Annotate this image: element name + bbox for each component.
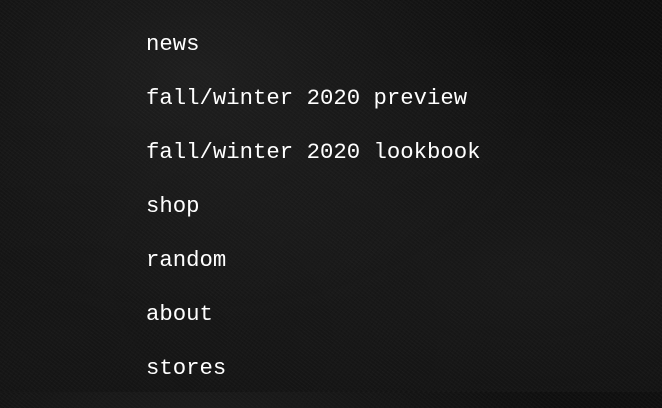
- nav-item-shop: shop: [146, 192, 481, 246]
- nav-item-random: random: [146, 246, 481, 300]
- nav-link-stores[interactable]: stores: [146, 354, 226, 382]
- nav-link-shop[interactable]: shop: [146, 192, 200, 220]
- nav-item-stores: stores: [146, 354, 481, 408]
- nav-item-about: about: [146, 300, 481, 354]
- nav-item-fall-winter-2020-preview: fall/winter 2020 preview: [146, 84, 481, 138]
- nav-link-random[interactable]: random: [146, 246, 226, 274]
- nav-link-about[interactable]: about: [146, 300, 213, 328]
- nav-link-fall-winter-2020-preview[interactable]: fall/winter 2020 preview: [146, 84, 467, 112]
- page-background: { "nav": { "items": [ {"label": "news"},…: [0, 0, 662, 392]
- nav-link-news[interactable]: news: [146, 30, 200, 58]
- nav-item-fall-winter-2020-lookbook: fall/winter 2020 lookbook: [146, 138, 481, 192]
- nav-link-fall-winter-2020-lookbook[interactable]: fall/winter 2020 lookbook: [146, 138, 481, 166]
- main-navigation-menu: news fall/winter 2020 preview fall/winte…: [146, 30, 481, 408]
- nav-item-news: news: [146, 30, 481, 84]
